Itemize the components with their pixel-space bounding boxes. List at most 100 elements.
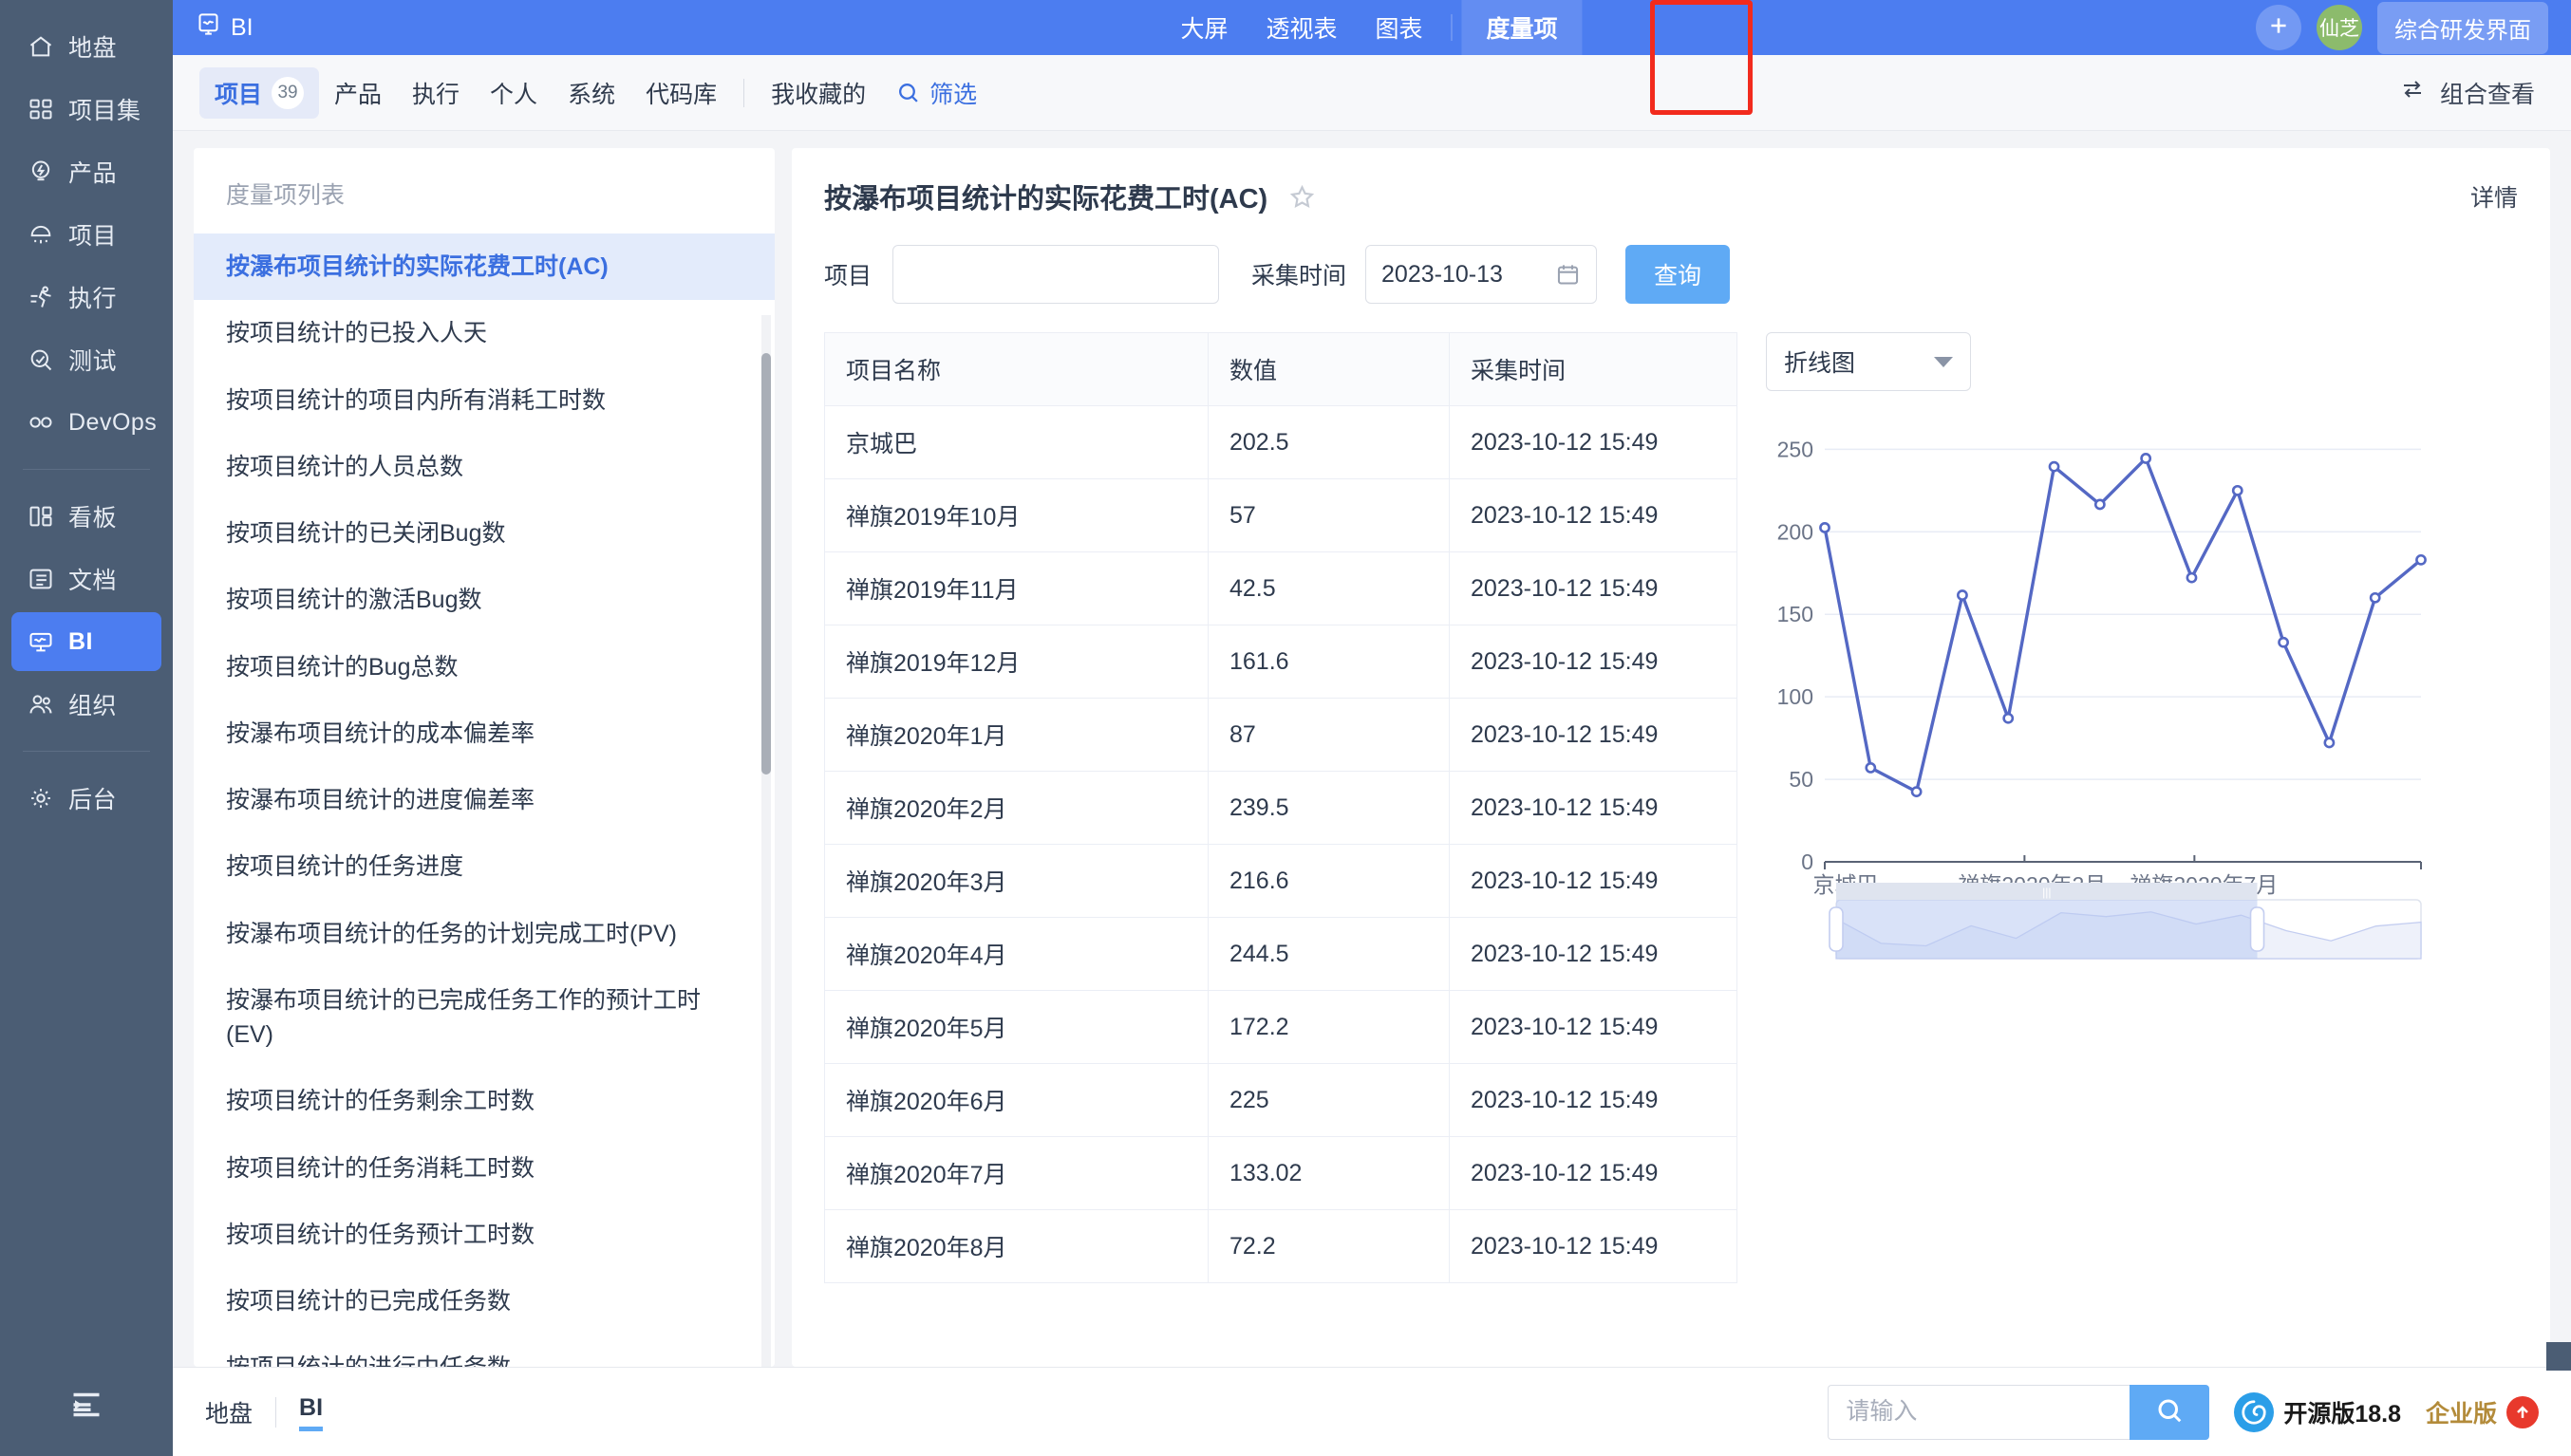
sidebar-item-program[interactable]: 项目集	[11, 80, 161, 139]
data-point[interactable]	[2415, 553, 2427, 566]
env-switch-button[interactable]: 综合研发界面	[2377, 1, 2548, 54]
sidebar-item-dashboard[interactable]: 地盘	[11, 17, 161, 76]
avatar[interactable]: 仙芝	[2317, 5, 2362, 50]
data-point[interactable]	[2093, 498, 2106, 511]
cell-time: 2023-10-12 15:49	[1449, 625, 1737, 699]
list-item[interactable]: 按项目统计的任务预计工时数	[194, 1202, 775, 1268]
line-chart: 050100150200250京城巴禅旗2020年2月禅旗2020年7月|||	[1766, 416, 2518, 976]
data-point[interactable]	[2140, 453, 2152, 464]
list-item[interactable]: 按瀑布项目统计的已完成任务工作的预计工时(EV)	[194, 967, 775, 1069]
data-point[interactable]	[1910, 786, 1923, 798]
project-input[interactable]	[892, 245, 1220, 304]
list-item[interactable]: 按项目统计的已完成任务数	[194, 1268, 775, 1335]
list-item[interactable]: 按项目统计的任务消耗工时数	[194, 1135, 775, 1202]
table-row[interactable]: 禅旗2020年6月 225 2023-10-12 15:49	[824, 1063, 1737, 1137]
metrics-list-scroll[interactable]: 按瀑布项目统计的实际花费工时(AC) 按项目统计的已投入人天 按项目统计的项目内…	[194, 233, 775, 1367]
datazoom-grip-icon: |||	[2042, 886, 2051, 899]
line-chart-svg[interactable]: 050100150200250京城巴禅旗2020年2月禅旗2020年7月|||	[1766, 416, 2430, 976]
data-point[interactable]	[2369, 591, 2381, 604]
list-item[interactable]: 按瀑布项目统计的进度偏差率	[194, 767, 775, 833]
tab-execution[interactable]: 执行	[397, 67, 475, 119]
data-point[interactable]	[2323, 737, 2336, 749]
sidebar-item-bi[interactable]: BI	[11, 612, 161, 671]
table-row[interactable]: 禅旗2020年2月 239.5 2023-10-12 15:49	[824, 771, 1737, 845]
data-point[interactable]	[2278, 636, 2289, 648]
sidebar-item-doc[interactable]: 文档	[11, 550, 161, 608]
table-row[interactable]: 禅旗2019年12月 161.6 2023-10-12 15:49	[824, 625, 1737, 699]
datazoom-handle-right[interactable]	[2249, 906, 2265, 952]
list-item[interactable]: 按项目统计的已关闭Bug数	[194, 500, 775, 567]
column-header-time: 采集时间	[1449, 332, 1737, 406]
sidebar-item-kanban[interactable]: 看板	[11, 487, 161, 546]
tab-dashboard-screen[interactable]: 大屏	[1161, 0, 1247, 55]
bottom-bar: 地盘 BI 开源版18.8 企业版	[173, 1367, 2571, 1456]
metrics-list-scrollbar[interactable]	[761, 353, 771, 775]
detail-link[interactable]: 详情	[2470, 179, 2518, 214]
tab-metrics[interactable]: 度量项	[1461, 0, 1583, 55]
breadcrumb-item-bi[interactable]: BI	[299, 1394, 324, 1431]
sidebar-item-admin[interactable]: 后台	[11, 769, 161, 828]
cell-time: 2023-10-12 15:49	[1449, 1063, 1737, 1137]
data-point[interactable]	[1865, 762, 1877, 774]
table-row[interactable]: 禅旗2020年3月 216.6 2023-10-12 15:49	[824, 844, 1737, 918]
main-region: BI 大屏 透视表 图表 度量项 仙芝 综合研发界面 项目 39 产品 执行 个…	[173, 0, 2571, 1456]
tab-filter[interactable]: 筛选	[881, 67, 992, 119]
sidebar-item-product[interactable]: 产品	[11, 142, 161, 201]
list-item[interactable]: 按瀑布项目统计的任务的计划完成工时(PV)	[194, 901, 775, 967]
search-input[interactable]	[1828, 1384, 2130, 1440]
favorite-button[interactable]	[1288, 183, 1316, 211]
collapse-sidebar-button[interactable]	[0, 1357, 173, 1456]
tab-repo[interactable]: 代码库	[630, 67, 732, 119]
enterprise-upgrade[interactable]: 企业版	[2426, 1395, 2539, 1429]
datazoom-handle-left[interactable]	[1829, 906, 1844, 952]
table-row[interactable]: 禅旗2020年8月 72.2 2023-10-12 15:49	[824, 1209, 1737, 1283]
table-row[interactable]: 禅旗2020年4月 244.5 2023-10-12 15:49	[824, 917, 1737, 991]
sidebar-item-execution[interactable]: 执行	[11, 268, 161, 327]
add-button[interactable]	[2256, 5, 2301, 50]
table-row[interactable]: 禅旗2020年7月 133.02 2023-10-12 15:49	[824, 1136, 1737, 1210]
search-button[interactable]	[2130, 1384, 2210, 1440]
table-row[interactable]: 京城巴 202.5 2023-10-12 15:49	[824, 405, 1737, 479]
table-row[interactable]: 禅旗2019年10月 57 2023-10-12 15:49	[824, 478, 1737, 552]
tab-project[interactable]: 项目 39	[199, 66, 320, 119]
list-item[interactable]: 按项目统计的任务进度	[194, 833, 775, 900]
list-item[interactable]: 按项目统计的Bug总数	[194, 634, 775, 700]
table-row[interactable]: 禅旗2019年11月 42.5 2023-10-12 15:49	[824, 551, 1737, 625]
query-button[interactable]: 查询	[1625, 245, 1731, 304]
list-item[interactable]: 按项目统计的激活Bug数	[194, 567, 775, 633]
tab-pivot-table[interactable]: 透视表	[1247, 0, 1356, 55]
tab-personal[interactable]: 个人	[475, 67, 553, 119]
list-item[interactable]: 按项目统计的人员总数	[194, 434, 775, 500]
table-row[interactable]: 禅旗2020年5月 172.2 2023-10-12 15:49	[824, 990, 1737, 1064]
sidebar-item-test[interactable]: 测试	[11, 330, 161, 389]
chart-type-value: 折线图	[1784, 350, 1856, 377]
combine-view-button[interactable]: 组合查看	[2398, 76, 2544, 110]
data-point[interactable]	[2186, 571, 2198, 584]
list-item[interactable]: 按项目统计的任务剩余工时数	[194, 1068, 775, 1134]
table-row[interactable]: 禅旗2020年1月 87 2023-10-12 15:49	[824, 698, 1737, 772]
list-item[interactable]: 按项目统计的项目内所有消耗工时数	[194, 367, 775, 434]
data-point[interactable]	[1819, 522, 1830, 533]
chart-type-select[interactable]: 折线图	[1766, 332, 1971, 391]
data-point[interactable]	[2231, 484, 2243, 496]
tab-system[interactable]: 系统	[553, 67, 630, 119]
sidebar-item-org[interactable]: 组织	[11, 675, 161, 734]
data-point[interactable]	[2048, 460, 2060, 473]
sidebar-item-devops[interactable]: DevOps	[11, 393, 161, 452]
list-item[interactable]: 按项目统计的已投入人天	[194, 300, 775, 366]
data-point[interactable]	[2002, 712, 2015, 724]
project-filter-label: 项目	[824, 263, 873, 289]
tab-product[interactable]: 产品	[319, 67, 397, 119]
tab-favorites[interactable]: 我收藏的	[756, 67, 881, 119]
sidebar-item-project[interactable]: 项目	[11, 205, 161, 264]
list-item[interactable]: 按瀑布项目统计的实际花费工时(AC)	[194, 233, 775, 301]
tab-charts[interactable]: 图表	[1357, 0, 1442, 55]
breadcrumb-item-dashboard[interactable]: 地盘	[205, 1395, 253, 1429]
list-item[interactable]: 按瀑布项目统计的成本偏差率	[194, 700, 775, 767]
app-brand[interactable]: BI	[196, 11, 253, 44]
list-item[interactable]: 按项目统计的进行中任务数	[194, 1335, 775, 1367]
date-input[interactable]: 2023-10-13	[1365, 245, 1598, 304]
data-point[interactable]	[1957, 589, 1968, 601]
breadcrumb-divider	[275, 1396, 277, 1428]
datazoom-selection[interactable]	[1836, 900, 2258, 959]
